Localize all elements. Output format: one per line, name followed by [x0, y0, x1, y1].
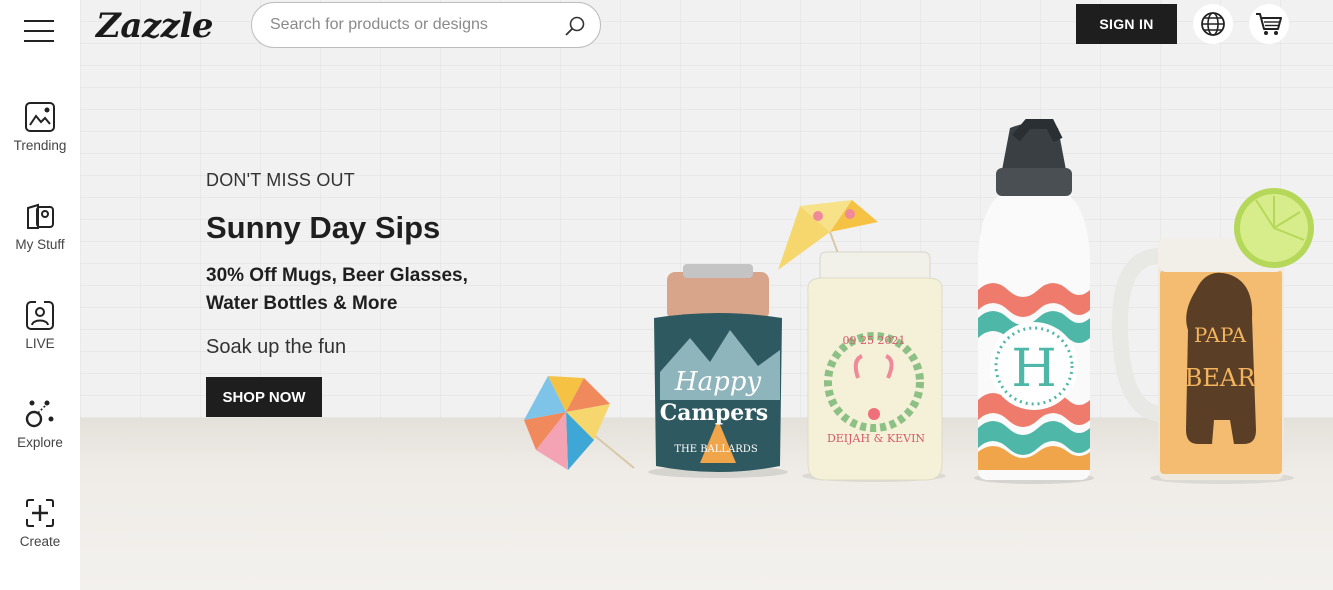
svg-text:BEAR: BEAR	[1185, 364, 1256, 392]
create-icon	[26, 499, 54, 527]
shopping-cart-icon	[1256, 13, 1282, 35]
sidebar-item-trending[interactable]: Trending	[0, 100, 80, 153]
cocktail-umbrella-left	[524, 376, 635, 470]
shop-now-button[interactable]: SHOP NOW	[206, 377, 322, 417]
svg-text:Campers: Campers	[660, 400, 768, 426]
zazzle-logo[interactable]: Zazzle	[96, 6, 214, 46]
cart-button[interactable]	[1249, 4, 1289, 44]
happy-campers-can-koozie: Happy Campers THE BALLARDS	[654, 264, 782, 472]
hero-product-photo: Happy Campers THE BALLARDS 09 25 2021 DE…	[524, 119, 1314, 484]
svg-text:Happy: Happy	[674, 367, 761, 397]
hero-eyebrow: DON'T MISS OUT	[206, 170, 355, 190]
trending-icon	[25, 102, 55, 132]
sidebar-item-label: Create	[19, 534, 61, 549]
sidebar-item-label: Trending	[13, 138, 67, 153]
papa-bear-beer-stein: PAPA BEAR	[1111, 188, 1314, 480]
live-icon	[26, 299, 54, 330]
language-region-button[interactable]	[1193, 4, 1233, 44]
my-stuff-icon	[27, 203, 54, 229]
hero-tagline: Soak up the fun	[206, 336, 347, 358]
svg-text:H: H	[1011, 339, 1056, 399]
sidebar-item-explore[interactable]: Explore	[0, 397, 80, 450]
left-sidebar: Trending My Stuff LIVE Explore Create	[0, 0, 80, 590]
hero-headline: Sunny Day Sips	[206, 210, 441, 245]
svg-text:PAPA: PAPA	[1194, 323, 1247, 347]
mason-jar-glass: 09 25 2021 DEIJAH & KEVIN	[778, 200, 943, 481]
hero-offer-text: 30% Off Mugs, Beer Glasses, Water Bottle…	[206, 265, 468, 314]
svg-text:THE BALLARDS: THE BALLARDS	[674, 444, 757, 455]
sign-in-button[interactable]: SIGN IN	[1076, 4, 1177, 44]
sidebar-item-my-stuff[interactable]: My Stuff	[0, 199, 80, 252]
globe-icon	[1201, 12, 1225, 36]
monogram-water-bottle: H	[978, 119, 1090, 480]
sidebar-item-label: LIVE	[25, 336, 55, 351]
search-bar[interactable]	[251, 2, 601, 48]
explore-icon	[25, 400, 54, 428]
svg-text:DEIJAH & KEVIN: DEIJAH & KEVIN	[827, 432, 925, 445]
search-input[interactable]	[270, 16, 550, 34]
search-icon[interactable]	[564, 15, 586, 37]
sidebar-item-label: Explore	[17, 435, 63, 450]
svg-text:09 25 2021: 09 25 2021	[843, 334, 906, 347]
sidebar-item-create[interactable]: Create	[0, 496, 80, 549]
sidebar-item-live[interactable]: LIVE	[0, 298, 80, 351]
sidebar-item-label: My Stuff	[15, 237, 65, 252]
hamburger-menu-icon[interactable]	[24, 20, 56, 46]
